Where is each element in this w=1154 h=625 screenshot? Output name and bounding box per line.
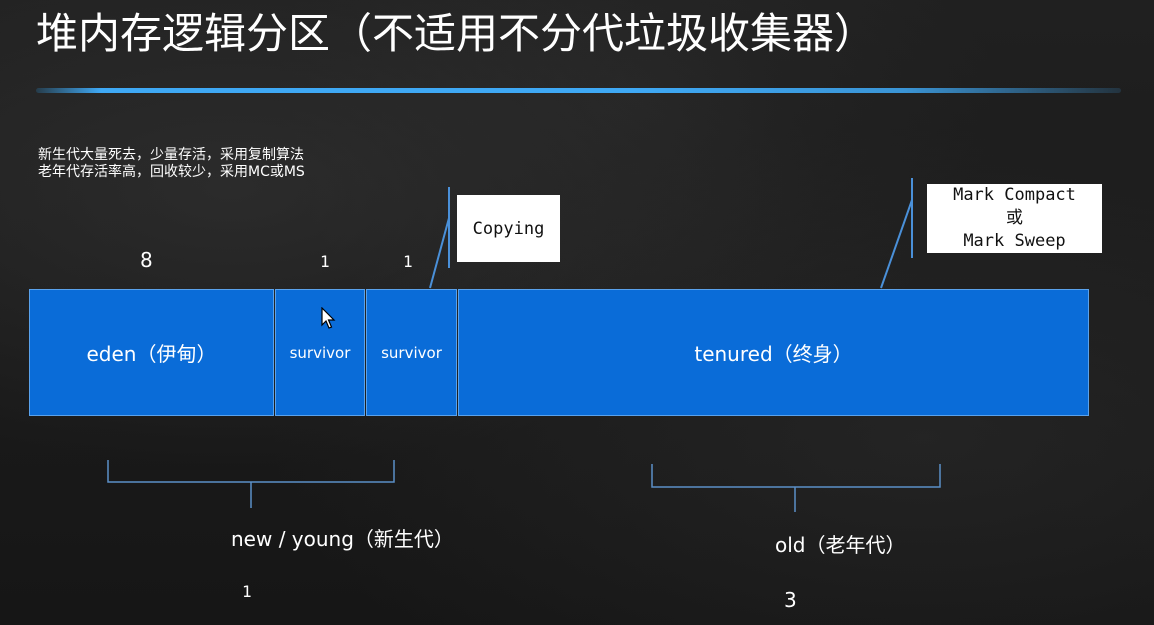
old-bracket [651,464,941,512]
young-ratio: 1 [242,582,252,601]
mark-sweep-label: Mark Sweep [963,231,1066,251]
copying-callout-line [429,217,450,289]
or-label: 或 [1006,208,1023,228]
mark-compact-label: Mark Compact [953,185,1076,205]
old-generation-label: old（老年代） [775,533,906,557]
copying-callout: Copying [457,195,560,262]
old-ratio: 3 [784,588,797,612]
mark-callout-line [880,199,913,289]
mark-callout: Mark Compact 或 Mark Sweep [927,184,1102,253]
young-generation-label: new / young（新生代） [231,527,454,551]
connector-lines [107,178,941,512]
copying-label: Copying [472,218,545,239]
mouse-pointer-icon [321,307,336,329]
young-bracket [107,460,395,508]
